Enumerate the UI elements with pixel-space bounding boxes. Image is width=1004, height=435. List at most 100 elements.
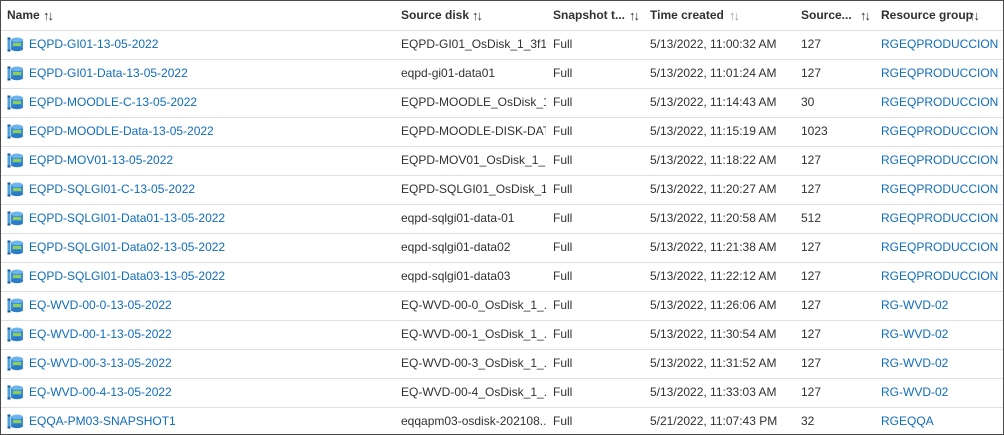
- snapshot-icon: [7, 182, 23, 197]
- sort-icon[interactable]: ↑↓: [729, 1, 740, 30]
- snapshot-type-cell: Full: [553, 269, 573, 283]
- snapshot-type-cell: Full: [553, 298, 573, 312]
- table-row[interactable]: EQ-WVD-00-0-13-05-2022 EQ-WVD-00-0_OsDis…: [1, 291, 1003, 321]
- name-cell: EQ-WVD-00-0-13-05-2022: [7, 291, 387, 320]
- sort-icon[interactable]: ↑↓: [969, 1, 980, 30]
- name-cell: EQPD-MOV01-13-05-2022: [7, 146, 387, 175]
- resource-group-link[interactable]: RG-WVD-02: [881, 385, 948, 399]
- resource-group-link[interactable]: RGEQPRODUCCION: [881, 269, 998, 283]
- source-disk-cell: EQ-WVD-00-0_OsDisk_1_...: [401, 298, 546, 312]
- table-row[interactable]: EQPD-MOODLE-Data-13-05-2022 EQPD-MOODLE-…: [1, 117, 1003, 147]
- table-row[interactable]: EQPD-GI01-13-05-2022 EQPD-GI01_OsDisk_1_…: [1, 30, 1003, 60]
- snapshot-icon: [7, 37, 23, 52]
- table-row[interactable]: EQPD-MOV01-13-05-2022 EQPD-MOV01_OsDisk_…: [1, 146, 1003, 176]
- resource-group-link[interactable]: RGEQPRODUCCION: [881, 95, 998, 109]
- table-row[interactable]: EQ-WVD-00-1-13-05-2022 EQ-WVD-00-1_OsDis…: [1, 320, 1003, 350]
- snapshot-name-link[interactable]: EQ-WVD-00-0-13-05-2022: [29, 291, 172, 320]
- name-cell: EQ-WVD-00-3-13-05-2022: [7, 349, 387, 378]
- name-cell: EQ-WVD-00-4-13-05-2022: [7, 378, 387, 407]
- col-header-source-disk[interactable]: Source disk ↑↓: [401, 1, 546, 30]
- table-row[interactable]: EQPD-SQLGI01-C-13-05-2022 EQPD-SQLGI01_O…: [1, 175, 1003, 205]
- resource-group-cell: RGEQPRODUCCION: [881, 117, 1001, 146]
- snapshot-name-link[interactable]: EQ-WVD-00-1-13-05-2022: [29, 320, 172, 349]
- snapshot-name-link[interactable]: EQPD-MOODLE-C-13-05-2022: [29, 88, 197, 117]
- sort-icon[interactable]: ↑↓: [43, 1, 54, 30]
- resource-group-link[interactable]: RGEQPRODUCCION: [881, 66, 998, 80]
- snapshot-name-link[interactable]: EQ-WVD-00-3-13-05-2022: [29, 349, 172, 378]
- time-created-cell: 5/13/2022, 11:30:54 AM: [650, 327, 777, 341]
- snapshot-icon: [7, 95, 23, 110]
- resource-group-cell: RGEQPRODUCCION: [881, 88, 1001, 117]
- snapshot-icon: [7, 124, 23, 139]
- resource-group-link[interactable]: RG-WVD-02: [881, 356, 948, 370]
- sort-icon[interactable]: ↑↓: [472, 1, 483, 30]
- name-cell: EQPD-SQLGI01-Data01-13-05-2022: [7, 204, 387, 233]
- name-cell: EQ-WVD-00-1-13-05-2022: [7, 320, 387, 349]
- resource-group-cell: RGEQPRODUCCION: [881, 233, 1001, 262]
- snapshot-name-link[interactable]: EQPD-SQLGI01-Data02-13-05-2022: [29, 233, 225, 262]
- snapshot-name-link[interactable]: EQPD-GI01-13-05-2022: [29, 30, 158, 59]
- time-created-cell: 5/13/2022, 11:01:24 AM: [650, 66, 777, 80]
- snapshot-name-link[interactable]: EQPD-SQLGI01-Data01-13-05-2022: [29, 204, 225, 233]
- source-disk-cell: eqqapm03-osdisk-202108...: [401, 414, 546, 428]
- snapshot-icon: [7, 153, 23, 168]
- source-disk-cell: eqpd-sqlgi01-data02: [401, 240, 511, 254]
- source-disk-cell: EQPD-MOODLE_OsDisk_1...: [401, 95, 546, 109]
- source-disk-cell: eqpd-sqlgi01-data-01: [401, 211, 515, 225]
- resource-group-link[interactable]: RGEQPRODUCCION: [881, 211, 998, 225]
- source-disk-cell: eqpd-sqlgi01-data03: [401, 269, 511, 283]
- snapshot-type-cell: Full: [553, 182, 573, 196]
- snapshot-name-link[interactable]: EQPD-SQLGI01-C-13-05-2022: [29, 175, 195, 204]
- col-header-time-created[interactable]: Time created ↑↓: [650, 1, 795, 30]
- snapshot-type-cell: Full: [553, 414, 573, 428]
- col-header-resource-group[interactable]: Resource group ↑↓: [881, 1, 1001, 30]
- name-cell: EQPD-GI01-13-05-2022: [7, 30, 387, 59]
- name-cell: EQPD-SQLGI01-Data02-13-05-2022: [7, 233, 387, 262]
- snapshot-name-link[interactable]: EQPD-SQLGI01-Data03-13-05-2022: [29, 262, 225, 291]
- source-disk-cell: EQPD-GI01_OsDisk_1_3f1...: [401, 37, 546, 51]
- table-row[interactable]: EQ-WVD-00-4-13-05-2022 EQ-WVD-00-4_OsDis…: [1, 378, 1003, 408]
- name-cell: EQQA-PM03-SNAPSHOT1: [7, 407, 387, 434]
- table-row[interactable]: EQPD-SQLGI01-Data02-13-05-2022 eqpd-sqlg…: [1, 233, 1003, 263]
- resource-group-link[interactable]: RGEQPRODUCCION: [881, 37, 998, 51]
- table-row[interactable]: EQPD-GI01-Data-13-05-2022 eqpd-gi01-data…: [1, 59, 1003, 89]
- source-size-cell: 127: [801, 327, 822, 341]
- resource-group-link[interactable]: RG-WVD-02: [881, 327, 948, 341]
- resource-group-cell: RGEQPRODUCCION: [881, 262, 1001, 291]
- resource-group-link[interactable]: RG-WVD-02: [881, 298, 948, 312]
- table-row[interactable]: EQPD-MOODLE-C-13-05-2022 EQPD-MOODLE_OsD…: [1, 88, 1003, 118]
- source-disk-cell: EQPD-MOODLE-DISK-DATA: [401, 124, 546, 138]
- resource-group-link[interactable]: RGEQPRODUCCION: [881, 182, 998, 196]
- resource-group-link[interactable]: RGEQPRODUCCION: [881, 153, 998, 167]
- table-row[interactable]: EQPD-SQLGI01-Data01-13-05-2022 eqpd-sqlg…: [1, 204, 1003, 234]
- snapshot-type-cell: Full: [553, 95, 573, 109]
- snapshot-icon: [7, 385, 23, 400]
- snapshot-icon: [7, 240, 23, 255]
- snapshot-icon: [7, 66, 23, 81]
- snapshot-icon: [7, 269, 23, 284]
- sort-icon[interactable]: ↑↓: [860, 1, 871, 30]
- source-size-cell: 127: [801, 298, 822, 312]
- resource-group-link[interactable]: RGEQPRODUCCION: [881, 124, 998, 138]
- snapshot-name-link[interactable]: EQ-WVD-00-4-13-05-2022: [29, 378, 172, 407]
- table-row[interactable]: EQQA-PM03-SNAPSHOT1 eqqapm03-osdisk-2021…: [1, 407, 1003, 434]
- resource-group-link[interactable]: RGEQQA: [881, 414, 934, 428]
- time-created-cell: 5/13/2022, 11:26:06 AM: [650, 298, 777, 312]
- col-header-snapshot-type[interactable]: Snapshot t... ↑↓: [553, 1, 643, 30]
- sort-icon[interactable]: ↑↓: [629, 1, 640, 30]
- snapshot-type-cell: Full: [553, 66, 573, 80]
- source-size-cell: 127: [801, 385, 822, 399]
- table-row[interactable]: EQ-WVD-00-3-13-05-2022 EQ-WVD-00-3_OsDis…: [1, 349, 1003, 379]
- snapshot-name-link[interactable]: EQQA-PM03-SNAPSHOT1: [29, 407, 176, 434]
- time-created-cell: 5/13/2022, 11:00:32 AM: [650, 37, 777, 51]
- snapshot-name-link[interactable]: EQPD-MOV01-13-05-2022: [29, 146, 173, 175]
- source-disk-cell: EQPD-SQLGI01_OsDisk_1_...: [401, 182, 546, 196]
- resource-group-link[interactable]: RGEQPRODUCCION: [881, 240, 998, 254]
- source-size-cell: 127: [801, 356, 822, 370]
- snapshot-type-cell: Full: [553, 211, 573, 225]
- table-row[interactable]: EQPD-SQLGI01-Data03-13-05-2022 eqpd-sqlg…: [1, 262, 1003, 292]
- snapshot-name-link[interactable]: EQPD-GI01-Data-13-05-2022: [29, 59, 188, 88]
- snapshot-name-link[interactable]: EQPD-MOODLE-Data-13-05-2022: [29, 117, 214, 146]
- col-header-name[interactable]: Name ↑↓: [7, 1, 387, 30]
- col-header-source-size[interactable]: Source... ↑↓: [801, 1, 875, 30]
